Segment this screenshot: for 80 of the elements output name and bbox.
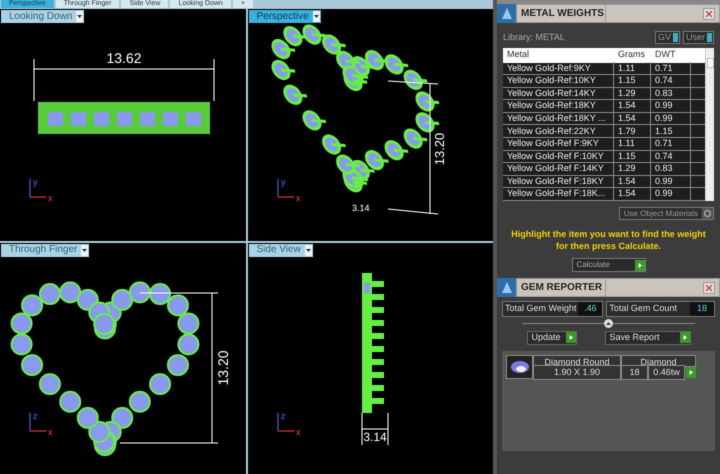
viewport[interactable]: Side View 3.14 z x	[248, 242, 493, 474]
column-header: Grams	[617, 48, 646, 62]
dimension-label: 3.14	[352, 203, 370, 213]
gem-size: 1.90 X 1.90	[533, 364, 621, 380]
table-row[interactable]: Yellow Gold-Ref F:18K... 1.54 0.99	[503, 188, 705, 202]
round-gem-icon	[510, 360, 530, 374]
field-label: Total Gem Weight	[504, 302, 578, 316]
caret-icon	[81, 244, 88, 256]
hint-text: Highlight the item you want to find the weight for then press Calculate.	[510, 228, 707, 252]
collapse-icon[interactable]	[604, 318, 613, 328]
column-header: Metal	[506, 48, 530, 62]
table-cell: 1.54	[614, 187, 651, 201]
field-value: .46	[578, 302, 602, 316]
toggle-indicator	[707, 33, 712, 42]
viewport[interactable]: Through Finger 13.20 z x	[0, 242, 246, 474]
axis-label: x	[48, 193, 52, 203]
axis-label: x	[296, 426, 300, 436]
viewport-menu[interactable]: Looking Down	[1, 10, 84, 23]
dimension-label: 13.62	[106, 50, 142, 66]
axis-icon	[277, 412, 294, 431]
close-button[interactable]	[703, 282, 715, 294]
axis-label: x	[296, 193, 300, 203]
report-button[interactable]: Update	[526, 330, 576, 345]
table-row[interactable]: Yellow Gold-Ref F:10KY 1.15 0.74	[503, 150, 705, 164]
table-row[interactable]: Yellow Gold-Ref:10KY 1.15 0.74	[503, 75, 705, 88]
axis-label: z	[280, 410, 285, 420]
play-icon	[634, 260, 644, 271]
viewport-menu[interactable]: Perspective	[248, 10, 321, 23]
caret-icon	[304, 244, 312, 256]
table-row[interactable]: Yellow Gold-Ref:18KY ... 1.54 0.99	[503, 112, 705, 126]
dimension-label: 13.20	[432, 132, 446, 166]
play-icon	[680, 332, 690, 344]
axis-label: y	[33, 177, 38, 187]
table-row[interactable]: Yellow Gold-Ref F:14KY 1.29 0.83	[503, 163, 705, 176]
table-row[interactable]: Yellow Gold-Ref F:18KY 1.54 0.99	[503, 176, 705, 188]
table-row[interactable]: Yellow Gold-Ref:22KY 1.79 1.15	[503, 125, 705, 138]
close-button[interactable]	[703, 8, 715, 20]
caret-icon	[312, 11, 320, 22]
toggle-button[interactable]: User	[682, 31, 714, 44]
dimension-label: 3.14	[362, 430, 386, 444]
toggle-indicator	[672, 33, 678, 42]
viewport[interactable]: Perspective 13.20 3.14 y x	[248, 9, 493, 240]
table-row[interactable]: Yellow Gold-Ref:9KY 1.11 0.71	[503, 62, 705, 76]
use-object-materials-button[interactable]: Use Object Materials	[618, 207, 714, 220]
dimension-line	[361, 412, 388, 445]
column-header: DWT	[654, 48, 676, 62]
field-value: 18	[690, 302, 714, 316]
gem-count: 18	[621, 364, 648, 380]
table-row[interactable]: Yellow Gold-Ref:18KY 1.54 0.99	[503, 100, 705, 113]
gear-icon	[702, 208, 713, 220]
table-row[interactable]: Yellow Gold-Ref:14KY 1.29 0.83	[503, 88, 705, 100]
viewport-menu[interactable]: Side View	[248, 244, 313, 256]
gem-detail-button[interactable]	[686, 367, 696, 378]
dimension-label: 13.20	[215, 350, 231, 386]
toggle-button[interactable]: GV	[654, 31, 680, 44]
table-cell: 0.99	[651, 187, 691, 201]
panel-title: METAL WEIGHTS	[520, 7, 605, 21]
axis-label: y	[280, 177, 285, 187]
axis-icon	[277, 178, 294, 198]
report-button[interactable]: Save Report	[604, 330, 690, 345]
close-icon	[706, 284, 712, 291]
axis-label: x	[48, 426, 52, 436]
table-cell: Yellow Gold-Ref F:18K...	[503, 187, 614, 201]
axis-label: z	[33, 410, 38, 420]
gem-weight: 0.46tw	[648, 364, 685, 380]
table-row[interactable]: Yellow Gold-Ref F:9KY 1.11 0.71	[503, 138, 705, 151]
calculate-button[interactable]: Calculate	[572, 258, 646, 272]
viewport[interactable]: Looking Down 13.62 y x	[0, 9, 246, 240]
axis-icon	[30, 412, 46, 431]
play-icon	[686, 367, 696, 378]
axis-icon	[30, 178, 46, 198]
gem-type: Diamond	[621, 354, 696, 367]
scrollbar[interactable]	[705, 48, 714, 202]
field-label: Total Gem Count	[608, 302, 678, 316]
play-icon	[566, 332, 576, 344]
library-label: Library: METAL	[503, 31, 565, 44]
panel-title: GEM REPORTER	[520, 281, 604, 296]
caret-icon	[76, 11, 84, 22]
close-icon	[706, 10, 712, 16]
viewport-menu[interactable]: Through Finger	[1, 244, 90, 256]
